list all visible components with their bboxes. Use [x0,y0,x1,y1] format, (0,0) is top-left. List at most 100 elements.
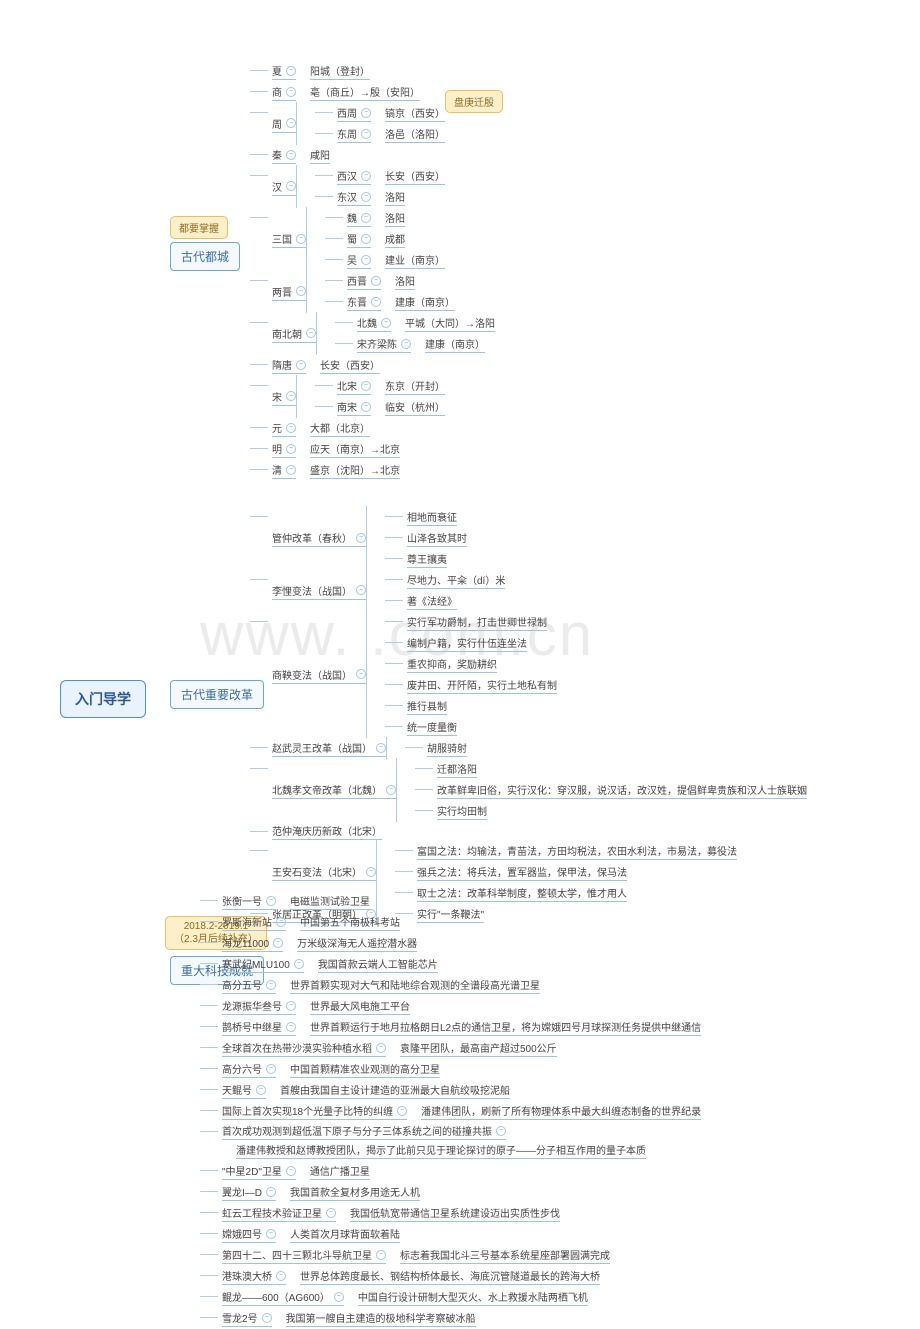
toggle-icon[interactable]: − [266,1064,276,1074]
toggle-icon[interactable]: − [276,917,286,927]
node-item[interactable]: 南北朝− [272,325,316,343]
toggle-icon[interactable]: − [286,1166,296,1176]
toggle-icon[interactable]: − [273,938,283,948]
toggle-icon[interactable]: − [376,743,386,753]
toggle-icon[interactable]: − [386,785,396,795]
toggle-icon[interactable]: − [361,171,371,181]
toggle-icon[interactable]: − [286,423,296,433]
node-item[interactable]: 龙源振华叁号− [222,997,296,1015]
toggle-icon[interactable]: − [326,1208,336,1218]
node-item[interactable]: 翼龙I—D− [222,1183,276,1201]
node-item[interactable]: 嫦娥四号− [222,1225,276,1243]
toggle-icon[interactable]: − [361,381,371,391]
toggle-icon[interactable]: − [376,1043,386,1053]
toggle-icon[interactable]: − [361,129,371,139]
toggle-icon[interactable]: − [294,959,304,969]
node-item[interactable]: 北宋− [337,377,371,395]
toggle-icon[interactable]: − [266,1229,276,1239]
node-item[interactable]: 王安石变法（北宋）− [272,863,376,881]
node-item[interactable]: 蜀− [347,230,371,248]
node-item[interactable]: 夏− [272,62,296,80]
toggle-icon[interactable]: − [286,150,296,160]
toggle-icon[interactable]: − [306,328,316,338]
toggle-icon[interactable]: − [286,181,296,191]
node-item[interactable]: 宋齐梁陈− [357,335,411,353]
node-item[interactable]: 罗斯海新站− [222,913,286,931]
node-item[interactable]: 东汉− [337,188,371,206]
toggle-icon[interactable]: − [296,286,306,296]
toggle-icon[interactable]: − [296,234,306,244]
node-item[interactable]: 两晋− [272,283,306,301]
node-item[interactable]: 清− [272,461,296,479]
node-item[interactable]: 赵武灵王改革（战国）− [272,739,386,757]
toggle-icon[interactable]: − [286,1001,296,1011]
toggle-icon[interactable]: − [266,980,276,990]
node-item[interactable]: 国际上首次实现18个光量子比特的纠缠− [222,1102,407,1120]
toggle-icon[interactable]: − [266,1187,276,1197]
toggle-icon[interactable]: − [356,669,366,679]
node-item[interactable]: 寒武纪MLU100− [222,955,304,973]
node-item[interactable]: 明− [272,440,296,458]
node-item[interactable]: 东周− [337,125,371,143]
node-item[interactable]: 高分六号− [222,1060,276,1078]
node-item[interactable]: 东晋− [347,293,381,311]
node-item[interactable]: 张衡一号− [222,892,276,910]
toggle-icon[interactable]: − [356,585,366,595]
toggle-icon[interactable]: − [266,896,276,906]
toggle-icon[interactable]: − [361,402,371,412]
node-item[interactable]: 隋唐− [272,356,306,374]
node-item[interactable]: 西周− [337,104,371,122]
toggle-icon[interactable]: − [286,391,296,401]
node-item[interactable]: 虹云工程技术验证卫星− [222,1204,336,1222]
node-item[interactable]: 高分五号− [222,976,276,994]
node-item[interactable]: 秦− [272,146,296,164]
node-item[interactable]: 首次成功观测到超低温下原子与分子三体系统之间的碰撞共振− [222,1122,506,1140]
toggle-icon[interactable]: − [276,1271,286,1281]
node-item[interactable]: 魏− [347,209,371,227]
toggle-icon[interactable]: − [286,444,296,454]
toggle-icon[interactable]: − [286,465,296,475]
node-item[interactable]: 雪龙2号− [222,1309,272,1327]
node-item[interactable]: 海龙11000− [222,934,283,952]
toggle-icon[interactable]: − [356,533,366,543]
node-item[interactable]: 范仲淹庆历新政（北宋） [272,822,382,840]
toggle-icon[interactable]: − [371,297,381,307]
node-item[interactable]: 汉− [272,178,296,196]
toggle-icon[interactable]: − [397,1106,407,1116]
node-item[interactable]: 北魏− [357,314,391,332]
node-item[interactable]: 天鲲号− [222,1081,266,1099]
toggle-icon[interactable]: − [361,213,371,223]
node-item[interactable]: "中星2D"卫星− [222,1162,296,1180]
node-item[interactable]: 西晋− [347,272,381,290]
node-item[interactable]: 商− [272,83,296,101]
node-item[interactable]: 李悝变法（战国）− [272,582,366,600]
node-item[interactable]: 周− [272,115,296,133]
toggle-icon[interactable]: − [286,66,296,76]
node-item[interactable]: 第四十二、四十三颗北斗导航卫星− [222,1246,386,1264]
toggle-icon[interactable]: − [361,234,371,244]
toggle-icon[interactable]: − [381,318,391,328]
toggle-icon[interactable]: − [376,1250,386,1260]
node-item[interactable]: 港珠澳大桥− [222,1267,286,1285]
toggle-icon[interactable]: − [401,339,411,349]
toggle-icon[interactable]: − [256,1085,266,1095]
node-item[interactable]: 南宋− [337,398,371,416]
toggle-icon[interactable]: − [286,87,296,97]
node-item[interactable]: 全球首次在热带沙漠实验种植水稻− [222,1039,386,1057]
node-item[interactable]: 商鞅变法（战国）− [272,666,366,684]
toggle-icon[interactable]: − [286,1022,296,1032]
toggle-icon[interactable]: − [334,1292,344,1302]
node-item[interactable]: 宋− [272,388,296,406]
toggle-icon[interactable]: − [296,360,306,370]
node-item[interactable]: 元− [272,419,296,437]
node-item[interactable]: 三国− [272,230,306,248]
toggle-icon[interactable]: − [361,108,371,118]
node-item[interactable]: 鲲龙——600（AG600）− [222,1288,344,1306]
toggle-icon[interactable]: − [361,192,371,202]
toggle-icon[interactable]: − [361,255,371,265]
node-item[interactable]: 管仲改革（春秋）− [272,529,366,547]
toggle-icon[interactable]: − [496,1126,506,1136]
toggle-icon[interactable]: − [371,276,381,286]
node-item[interactable]: 西汉− [337,167,371,185]
toggle-icon[interactable]: − [262,1313,272,1323]
